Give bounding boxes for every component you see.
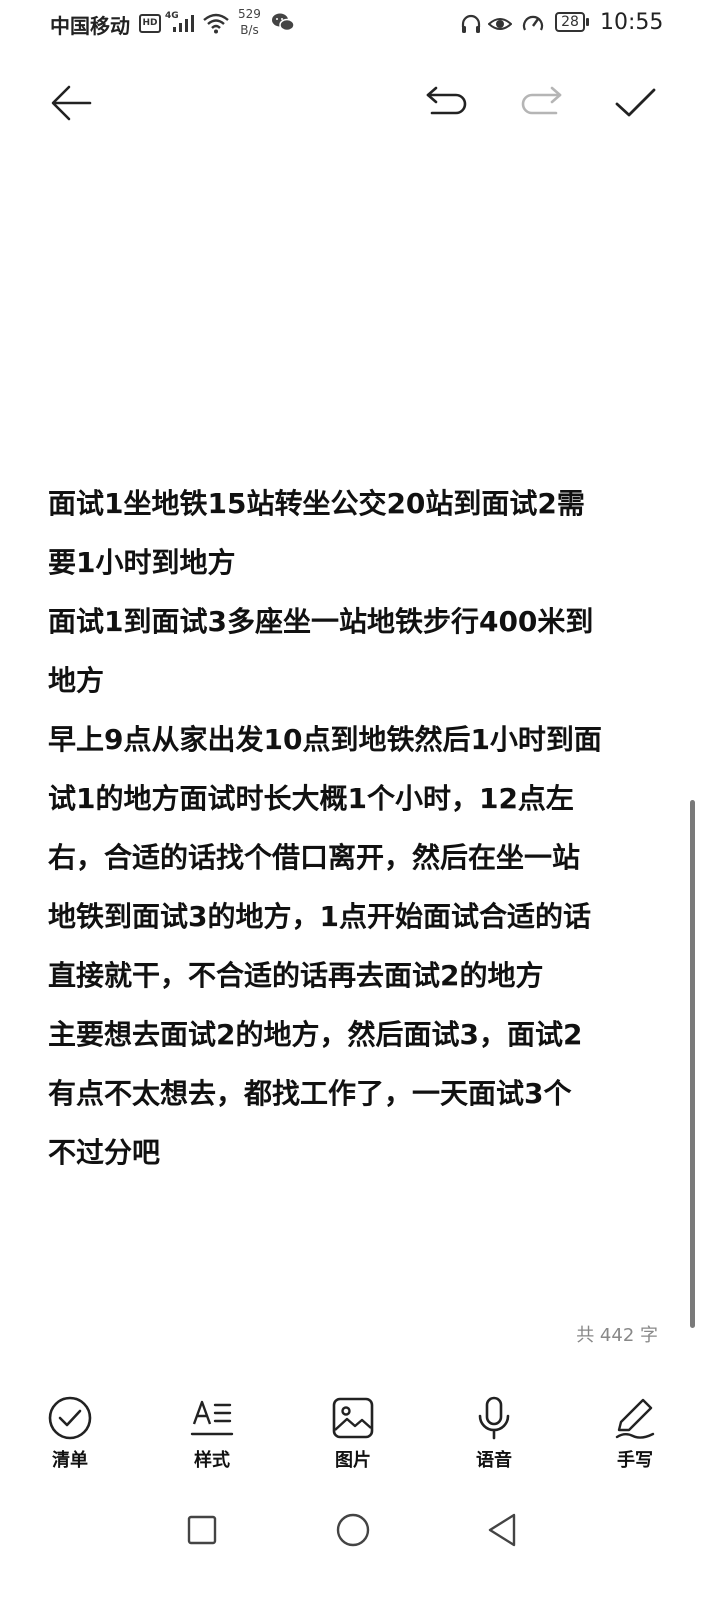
confirm-button[interactable] [610,78,660,128]
handwriting-button[interactable]: 手写 [590,1388,680,1478]
bottom-toolbar: 清单 样式 图片 语音 手写 [0,1388,720,1478]
square-icon [187,1515,217,1545]
network-speed: 529 B/s [238,6,261,38]
note-line: 直接就干，不合适的话再去面试2的地方 [48,959,544,992]
note-line: 地铁到面试3的地方，1点开始面试合适的话 [48,900,591,933]
style-button[interactable]: 样式 [167,1388,257,1478]
wechat-icon [272,13,295,32]
headphones-icon [461,14,481,33]
handwriting-label: 手写 [617,1450,653,1471]
home-button[interactable] [331,1508,375,1552]
note-line: 面试1到面试3多座坐一站地铁步行400米到 [48,605,594,638]
checklist-label: 清单 [52,1450,88,1471]
note-line: 有点不太想去，都找工作了，一天面试3个 [48,1077,572,1110]
note-editor[interactable]: 面试1坐地铁15站转坐公交20站到面试2需 要1小时到地方 面试1到面试3多座坐… [48,474,668,1182]
speed-value: 529 [238,7,261,21]
image-label: 图片 [335,1450,371,1471]
checklist-icon [48,1396,92,1440]
hd-badge: HD [139,14,161,33]
battery-level: 28 [555,12,585,32]
triangle-back-icon [488,1513,516,1547]
note-line: 主要想去面试2的地方，然后面试3，面试2 [48,1018,583,1051]
speed-dial-icon [522,15,544,31]
speed-unit: B/s [240,23,259,37]
handwriting-icon [615,1398,655,1439]
text-style-icon [190,1400,234,1436]
checklist-button[interactable]: 清单 [25,1388,115,1478]
battery-indicator: 28 [555,12,591,34]
nav-back-button[interactable] [480,1508,524,1552]
style-label: 样式 [194,1450,230,1471]
back-button[interactable] [46,78,96,128]
circle-icon [336,1513,370,1547]
voice-button[interactable]: 语音 [449,1388,539,1478]
undo-icon [426,86,467,115]
image-icon [332,1397,374,1439]
checkmark-icon [615,88,656,117]
word-count: 共 442 字 [576,1325,658,1346]
recents-button[interactable] [180,1508,224,1552]
note-line: 早上9点从家出发10点到地铁然后1小时到面 [48,723,602,756]
note-line: 要1小时到地方 [48,546,236,579]
redo-button[interactable] [516,78,566,128]
carrier-name: 中国移动 [50,14,130,38]
microphone-icon [478,1396,510,1440]
system-nav-bar [0,1500,720,1560]
note-line: 右，合适的话找个借口离开，然后在坐一站 [48,841,581,874]
status-bar: 中国移动 HD 4G 529 B/s 28 10:55 [0,0,720,50]
eye-icon [488,18,512,30]
wifi-icon [203,13,229,34]
battery-nub [586,18,589,26]
undo-button[interactable] [422,78,472,128]
scrollbar-thumb[interactable] [690,800,695,1328]
note-line: 试1的地方面试时长大概1个小时，12点左 [48,782,574,815]
signal-icon [173,15,194,32]
note-line: 面试1坐地铁15站转坐公交20站到面试2需 [48,487,585,520]
clock: 10:55 [600,10,664,35]
note-line: 地方 [48,664,105,697]
arrow-left-icon [51,85,92,121]
note-line: 不过分吧 [48,1136,161,1169]
image-button[interactable]: 图片 [308,1388,398,1478]
voice-label: 语音 [476,1450,512,1471]
redo-icon [521,86,562,115]
